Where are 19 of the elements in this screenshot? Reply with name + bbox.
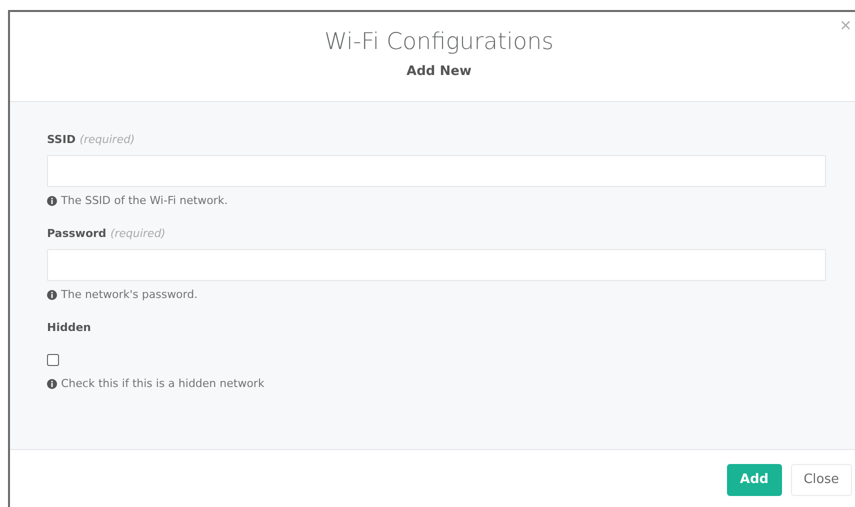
help-text: The SSID of the Wi-Fi network.	[61, 192, 228, 208]
help-text: Check this if this is a hidden network	[61, 376, 264, 392]
info-icon	[47, 378, 57, 389]
dialog-subtitle: Add New	[406, 62, 472, 81]
required-note: (required)	[80, 133, 135, 146]
add-button[interactable]: Add	[726, 464, 782, 496]
input-field[interactable]	[47, 248, 826, 280]
info-icon	[47, 290, 57, 300]
dialog-title: Wi-Fi Configurations	[324, 28, 554, 57]
info-icon	[47, 196, 57, 206]
help-text: The network's password.	[61, 286, 198, 302]
input-field[interactable]	[47, 154, 826, 186]
close-button[interactable]: Close	[790, 464, 852, 496]
field-label: SSID	[47, 133, 76, 146]
required-note: (required)	[110, 227, 166, 240]
field-label: Hidden	[47, 321, 92, 334]
field-label: Password	[47, 227, 106, 240]
checkbox[interactable]	[47, 354, 59, 366]
close-button[interactable]: ×	[839, 18, 852, 33]
